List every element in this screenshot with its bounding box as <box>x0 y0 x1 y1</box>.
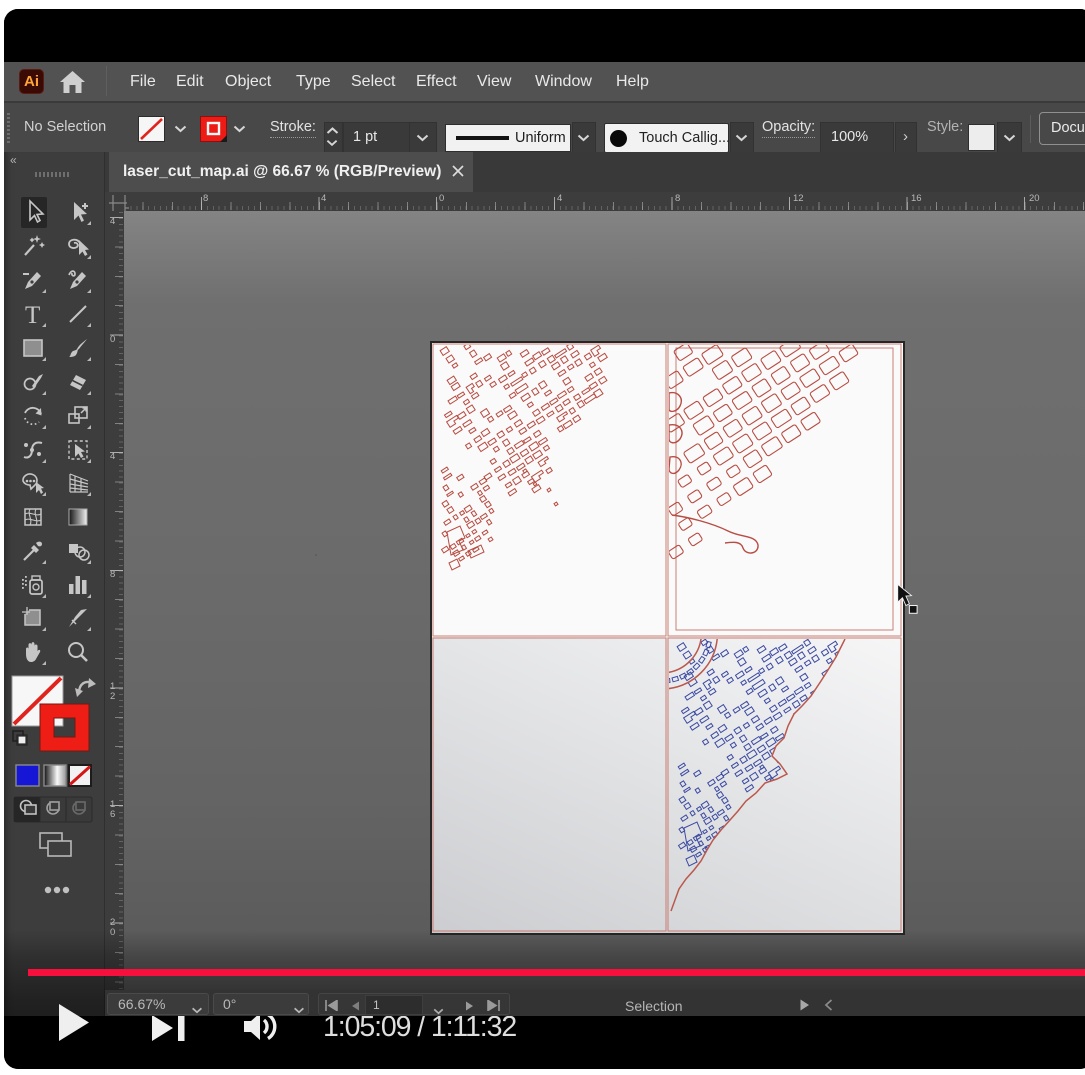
svg-text:T: T <box>25 302 40 329</box>
